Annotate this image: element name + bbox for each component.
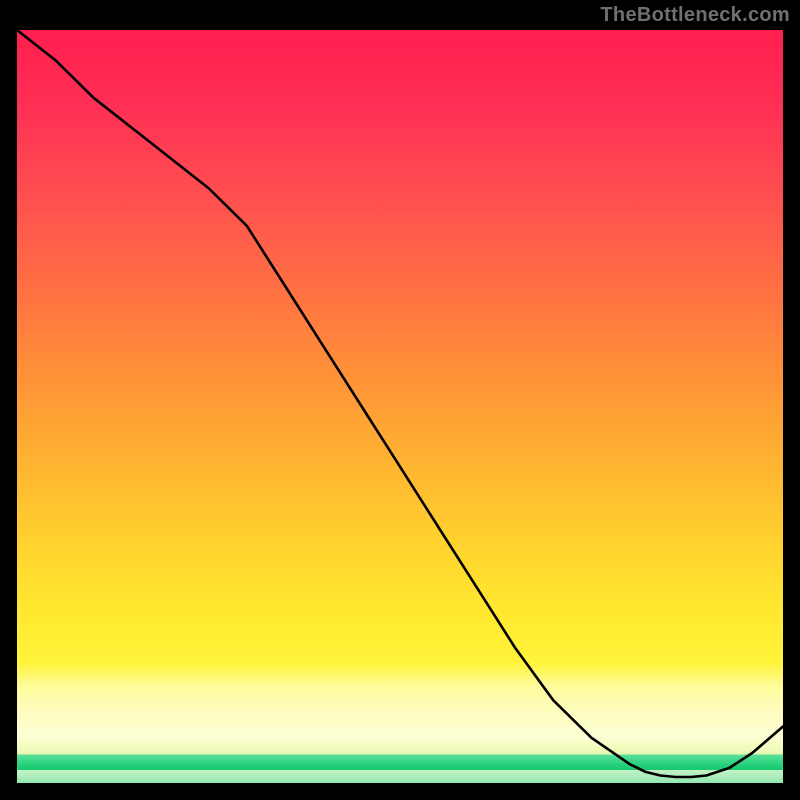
watermark-text: TheBottleneck.com	[600, 4, 790, 27]
canvas: TheBottleneck.com	[0, 0, 800, 800]
plot-frame	[17, 30, 783, 783]
bottleneck-curve	[17, 30, 783, 783]
